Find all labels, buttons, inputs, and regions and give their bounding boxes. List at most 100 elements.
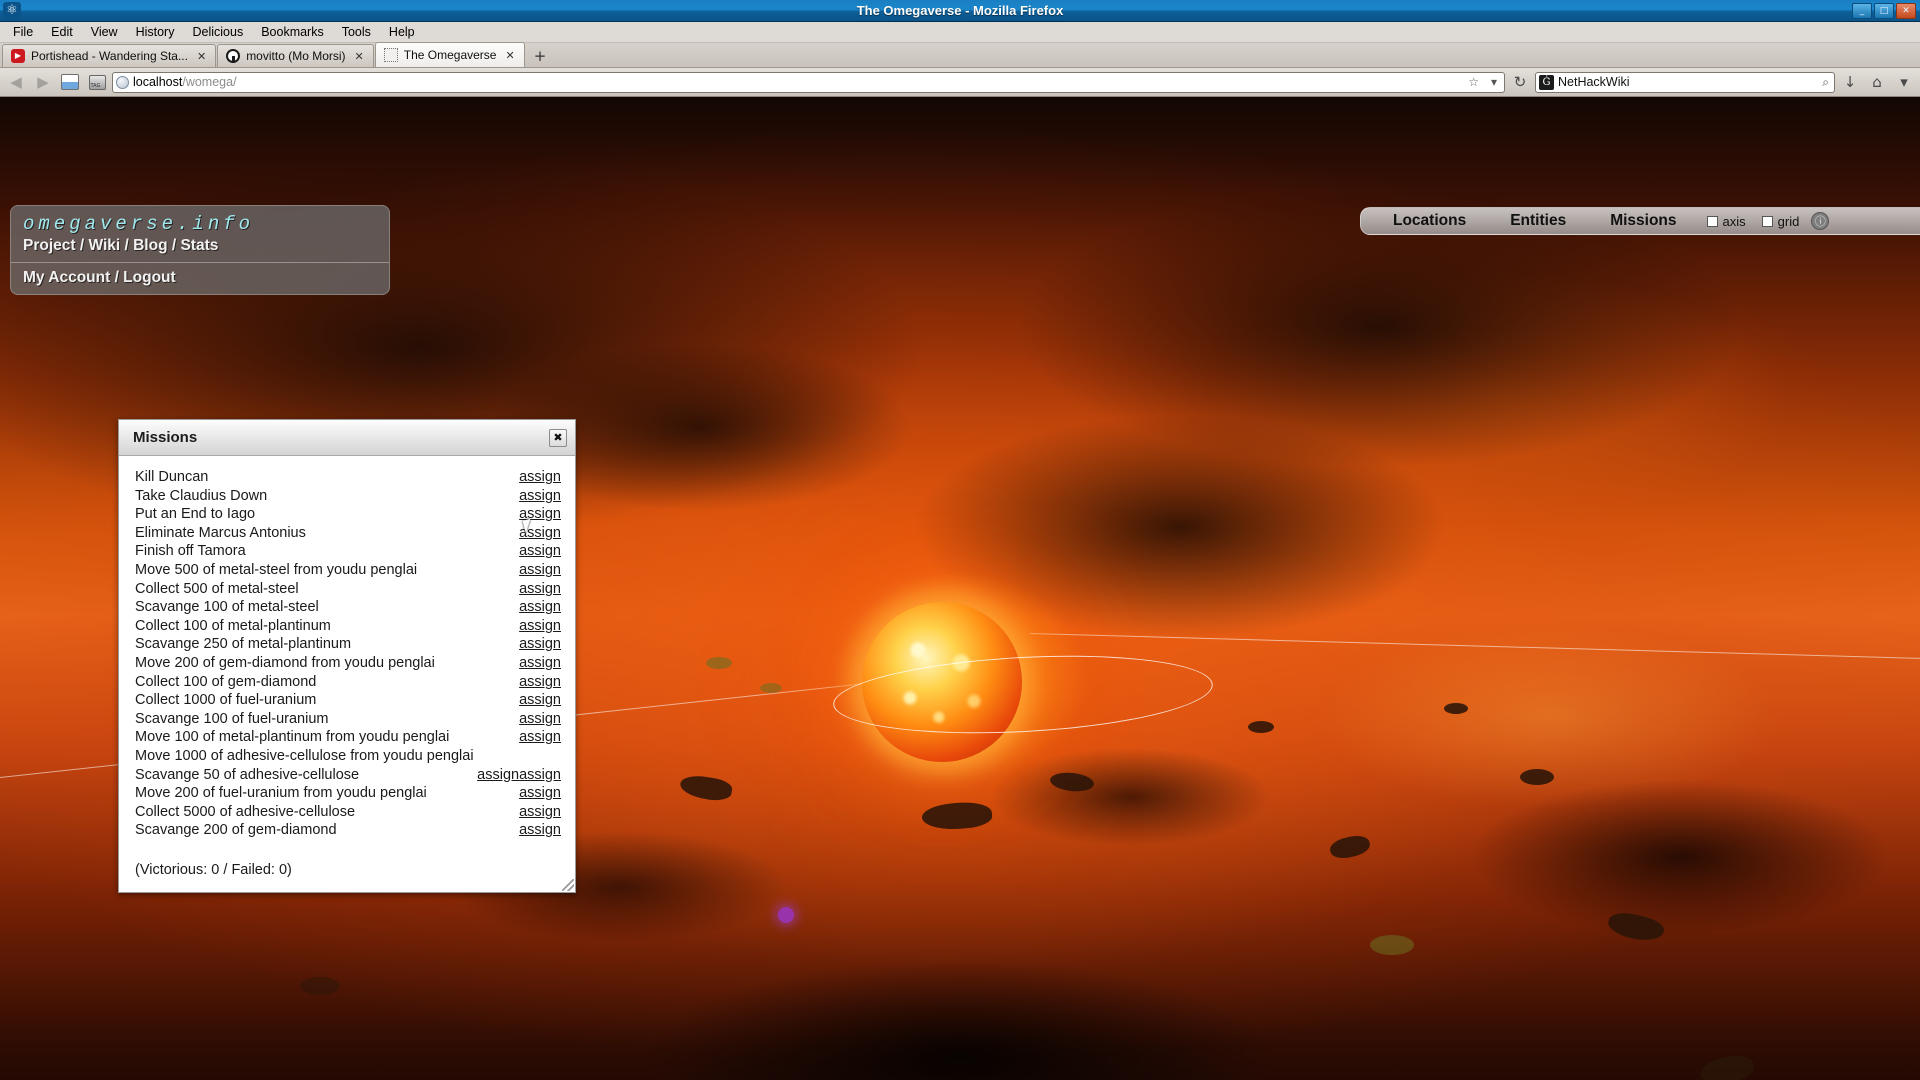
assign-link[interactable]: assign	[519, 618, 561, 634]
window-title: The Omegaverse - Mozilla Firefox	[0, 3, 1920, 18]
mission-label: Scavange 200 of gem-diamond	[135, 821, 511, 840]
mission-label: Move 500 of metal-steel from youdu pengl…	[135, 561, 511, 580]
assign-link[interactable]: assign	[519, 767, 561, 783]
mission-row: Move 200 of fuel-uranium from youdu peng…	[135, 784, 561, 803]
browser-tab-0[interactable]: ▶ Portishead - Wandering Sta... ✕	[2, 44, 216, 67]
assign-link[interactable]: assign	[519, 711, 561, 727]
window-titlebar[interactable]: ⚛ The Omegaverse - Mozilla Firefox _ □ ✕	[0, 0, 1920, 22]
chevron-down-icon[interactable]: ▾	[1487, 75, 1501, 89]
assign-link[interactable]: assign	[519, 599, 561, 615]
menu-bookmarks[interactable]: Bookmarks	[252, 23, 333, 42]
asteroid	[300, 977, 340, 995]
assign-link[interactable]: assign	[519, 804, 561, 820]
menu-delicious[interactable]: Delicious	[183, 23, 252, 42]
bookmark-star-icon[interactable]: ☆	[1464, 75, 1483, 89]
maximize-button[interactable]: □	[1874, 3, 1894, 19]
app-menu-icon[interactable]: ▾	[1892, 71, 1916, 93]
missions-dialog[interactable]: Missions ✖ Kill DuncanassignTake Claudiu…	[118, 419, 576, 893]
mission-row: Collect 5000 of adhesive-celluloseassign	[135, 803, 561, 822]
forward-icon[interactable]: ▶	[31, 71, 55, 93]
tab-close-icon[interactable]: ✕	[194, 50, 209, 63]
search-icon[interactable]: ⌕	[1822, 75, 1831, 90]
mission-label: Scavange 100 of metal-steel	[135, 598, 511, 617]
mission-label: Collect 100 of metal-plantinum	[135, 617, 511, 636]
menu-help[interactable]: Help	[380, 23, 424, 42]
mission-label: Move 100 of metal-plantinum from youdu p…	[135, 728, 511, 747]
tab-close-icon[interactable]: ✕	[502, 49, 517, 62]
menu-history[interactable]: History	[127, 23, 184, 42]
assign-link[interactable]: assign	[519, 543, 561, 559]
mission-row: Collect 100 of metal-plantinum assign	[135, 617, 561, 636]
assign-link[interactable]: assign	[477, 767, 519, 783]
navigation-toolbar: ◀ ▶ localhost/womega/ ☆ ▾ ↻ Ġ NetHackWik…	[0, 68, 1920, 97]
mission-actions: assign	[519, 542, 561, 561]
menu-tools[interactable]: Tools	[333, 23, 380, 42]
mission-label: Collect 1000 of fuel-uranium	[135, 691, 511, 710]
menu-file[interactable]: File	[4, 23, 42, 42]
screenshot-icon[interactable]	[58, 71, 82, 93]
back-icon[interactable]: ◀	[4, 71, 28, 93]
grid-toggle-label: grid	[1778, 214, 1800, 229]
ship-marker[interactable]	[778, 907, 794, 923]
new-tab-button[interactable]: +	[526, 47, 555, 67]
site-nav-links[interactable]: Project / Wiki / Blog / Stats	[11, 237, 389, 263]
close-icon[interactable]: ✖	[549, 429, 567, 447]
mission-label: Move 200 of fuel-uranium from youdu peng…	[135, 784, 511, 803]
mission-row: Finish off Tamoraassign	[135, 542, 561, 561]
youtube-icon: ▶	[11, 49, 25, 63]
assign-link[interactable]: assign	[519, 822, 561, 838]
mission-actions: assign	[519, 598, 561, 617]
axis-toggle[interactable]: axis	[1699, 214, 1754, 229]
missions-dialog-header[interactable]: Missions ✖	[119, 420, 575, 456]
mission-label: Eliminate Marcus Antonius	[135, 524, 511, 543]
browser-tab-2-active[interactable]: The Omegaverse ✕	[375, 42, 525, 67]
url-bar[interactable]: localhost/womega/ ☆ ▾	[112, 72, 1505, 93]
assign-link[interactable]: assign	[519, 674, 561, 690]
topnav-item-entities[interactable]: Entities	[1488, 212, 1588, 230]
nethackwiki-icon[interactable]: Ġ	[1539, 75, 1554, 90]
account-links[interactable]: My Account / Logout	[11, 263, 389, 294]
resize-grip-icon[interactable]	[562, 879, 574, 891]
topnav-item-locations[interactable]: Locations	[1371, 212, 1488, 230]
assign-link[interactable]: assign	[519, 785, 561, 801]
minimize-button[interactable]: _	[1852, 3, 1872, 19]
reload-icon[interactable]: ↻	[1508, 71, 1532, 93]
mission-row: Take Claudius Downassign	[135, 487, 561, 506]
assign-link[interactable]: assign	[519, 729, 561, 745]
assign-link[interactable]: assign	[519, 581, 561, 597]
asteroid	[1520, 769, 1554, 785]
assign-link[interactable]: assign	[519, 692, 561, 708]
mission-actions: assign	[519, 487, 561, 506]
grid-toggle[interactable]: grid	[1754, 214, 1808, 229]
assign-link[interactable]: assign	[519, 469, 561, 485]
asteroid	[1444, 703, 1468, 714]
downloads-icon[interactable]: ↓	[1838, 71, 1862, 93]
mission-actions: assign	[519, 784, 561, 803]
close-window-button[interactable]: ✕	[1896, 3, 1916, 19]
home-icon[interactable]: ⌂	[1865, 71, 1889, 93]
tab-title: The Omegaverse	[404, 48, 497, 62]
checkbox-icon[interactable]	[1762, 216, 1773, 227]
browser-tab-1[interactable]: movitto (Mo Morsi) ✕	[217, 44, 374, 67]
github-icon	[226, 49, 240, 63]
topnav-item-missions[interactable]: Missions	[1588, 212, 1698, 230]
menu-view[interactable]: View	[82, 23, 127, 42]
checkbox-icon[interactable]	[1707, 216, 1718, 227]
assign-link[interactable]: assign	[519, 562, 561, 578]
search-input[interactable]: NetHackWiki	[1558, 75, 1818, 89]
url-host: localhost	[133, 75, 182, 89]
mission-label: Put an End to Iago	[135, 505, 511, 524]
assign-link[interactable]: assign	[519, 488, 561, 504]
tab-close-icon[interactable]: ✕	[352, 50, 367, 63]
assign-link[interactable]: assign	[519, 655, 561, 671]
mission-row: Kill Duncanassign	[135, 468, 561, 487]
mission-label: Collect 500 of metal-steel	[135, 580, 511, 599]
info-badge-icon[interactable]: ⓘ	[1811, 212, 1829, 230]
site-identity-icon	[116, 76, 129, 89]
mission-row: Move 500 of metal-steel from youdu pengl…	[135, 561, 561, 580]
search-bar[interactable]: Ġ NetHackWiki ⌕	[1535, 72, 1835, 93]
assign-link[interactable]: assign	[519, 636, 561, 652]
menu-edit[interactable]: Edit	[42, 23, 82, 42]
asteroid	[1370, 935, 1414, 955]
tag-icon[interactable]	[85, 71, 109, 93]
